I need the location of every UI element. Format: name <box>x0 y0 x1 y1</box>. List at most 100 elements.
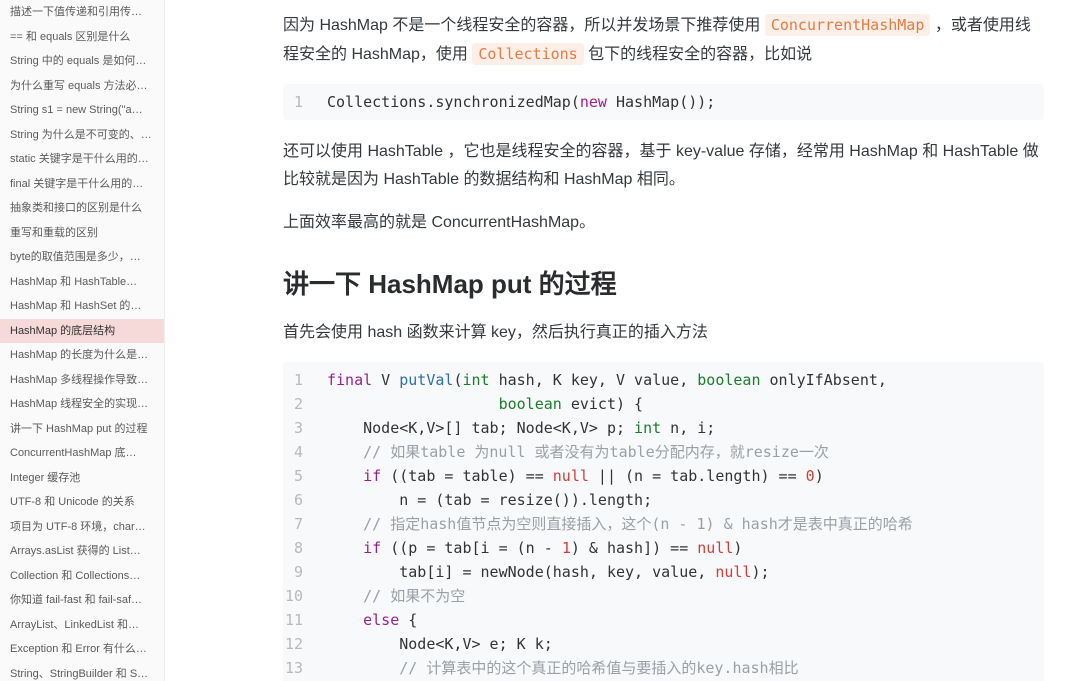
sidebar-item-25[interactable]: ArrayList、LinkedList 和… <box>0 613 164 638</box>
sidebar-item-label: static 关键字是干什么用的… <box>10 153 149 165</box>
line-number: 8 <box>283 536 327 560</box>
code-content: boolean evict) { <box>327 392 1044 416</box>
sidebar-item-23[interactable]: Collection 和 Collections… <box>0 564 164 589</box>
sidebar-item-5[interactable]: String 为什么是不可变的、… <box>0 123 164 148</box>
sidebar-item-15[interactable]: HashMap 多线程操作导致… <box>0 368 164 393</box>
sidebar-item-label: ArrayList、LinkedList 和… <box>10 619 139 631</box>
sidebar-item-9[interactable]: 重写和重载的区别 <box>0 221 164 246</box>
sidebar-item-27[interactable]: String、StringBuilder 和 S… <box>0 662 164 681</box>
code-line: 1final V putVal(int hash, K key, V value… <box>283 368 1044 392</box>
sidebar-item-13[interactable]: HashMap 的底层结构 <box>0 319 164 344</box>
sidebar-item-label: final 关键字是干什么用的… <box>10 178 143 190</box>
code-content: tab[i] = newNode(hash, key, value, null)… <box>327 560 1044 584</box>
sidebar-toc[interactable]: 描述一下值传递和引用传… == 和 equals 区别是什么 String 中的 e… <box>0 0 165 681</box>
sidebar-item-label: 为什么重写 equals 方法必… <box>10 80 148 92</box>
inline-code-concurrenthashmap: ConcurrentHashMap <box>765 14 931 36</box>
line-number: 3 <box>283 416 327 440</box>
line-number: 7 <box>283 512 327 536</box>
code-content: if ((p = tab[i = (n - 1) & hash]) == nul… <box>327 536 1044 560</box>
sidebar-item-20[interactable]: UTF-8 和 Unicode 的关系 <box>0 490 164 515</box>
sidebar-item-label: Integer 缓存池 <box>10 472 80 484</box>
sidebar-item-label: String 为什么是不可变的、… <box>10 129 152 141</box>
sidebar-item-18[interactable]: ConcurrentHashMap 底… <box>0 441 164 466</box>
sidebar-item-label: HashMap 多线程操作导致… <box>10 374 148 386</box>
code-line: 12 Node<K,V> e; K k; <box>283 632 1044 656</box>
sidebar-item-7[interactable]: final 关键字是干什么用的… <box>0 172 164 197</box>
code-line: 2 boolean evict) { <box>283 392 1044 416</box>
sidebar-item-label: 重写和重载的区别 <box>10 227 98 239</box>
sidebar-item-label: Exception 和 Error 有什么… <box>10 643 147 655</box>
sidebar-item-label: HashMap 的底层结构 <box>10 325 115 337</box>
code-line: 6 n = (tab = resize()).length; <box>283 488 1044 512</box>
line-number: 10 <box>283 584 327 608</box>
sidebar-item-6[interactable]: static 关键字是干什么用的… <box>0 147 164 172</box>
sidebar-item-label: Arrays.asList 获得的 List… <box>10 545 141 557</box>
sidebar-item-14[interactable]: HashMap 的长度为什么是… <box>0 343 164 368</box>
code-line: 8 if ((p = tab[i = (n - 1) & hash]) == n… <box>283 536 1044 560</box>
sidebar-item-11[interactable]: HashMap 和 HashTable… <box>0 270 164 295</box>
line-number: 2 <box>283 392 327 416</box>
paragraph-intro: 因为 HashMap 不是一个线程安全的容器，所以并发场景下推荐使用 Concu… <box>283 12 1044 70</box>
code-line: 11 else { <box>283 608 1044 632</box>
sidebar-item-19[interactable]: Integer 缓存池 <box>0 466 164 491</box>
sidebar-item-label: 描述一下值传递和引用传… <box>10 6 142 18</box>
line-number: 1 <box>283 90 327 114</box>
main-content: 因为 HashMap 不是一个线程安全的容器，所以并发场景下推荐使用 Concu… <box>165 0 1080 681</box>
code-line: 3 Node<K,V>[] tab; Node<K,V> p; int n, i… <box>283 416 1044 440</box>
sidebar-item-label: HashMap 和 HashTable… <box>10 276 137 288</box>
code-content: Node<K,V> e; K k; <box>327 632 1044 656</box>
code-content: final V putVal(int hash, K key, V value,… <box>327 368 1044 392</box>
code-block-synchronizedmap: 1Collections.synchronizedMap(new HashMap… <box>283 84 1044 120</box>
sidebar-item-label: 项目为 UTF-8 环境，char… <box>10 521 146 533</box>
sidebar-item-label: HashMap 和 HashSet 的… <box>10 300 141 312</box>
code-line: 4 // 如果table 为null 或者没有为table分配内存，就resiz… <box>283 440 1044 464</box>
code-content: // 指定hash值节点为空则直接插入，这个(n - 1) & hash才是表中… <box>327 512 1044 536</box>
line-number: 12 <box>283 632 327 656</box>
sidebar-item-12[interactable]: HashMap 和 HashSet 的… <box>0 294 164 319</box>
sidebar-item-22[interactable]: Arrays.asList 获得的 List… <box>0 539 164 564</box>
sidebar-item-0[interactable]: 描述一下值传递和引用传… <box>0 0 164 25</box>
code-line: 5 if ((tab = table) == null || (n = tab.… <box>283 464 1044 488</box>
sidebar-item-label: String、StringBuilder 和 S… <box>10 668 148 680</box>
code-line: 1Collections.synchronizedMap(new HashMap… <box>283 90 1044 114</box>
sidebar-item-26[interactable]: Exception 和 Error 有什么… <box>0 637 164 662</box>
code-content: // 计算表中的这个真正的哈希值与要插入的key.hash相比 <box>327 656 1044 680</box>
sidebar-item-10[interactable]: byte的取值范围是多少，… <box>0 245 164 270</box>
code-line: 10 // 如果不为空 <box>283 584 1044 608</box>
sidebar-item-17[interactable]: 讲一下 HashMap put 的过程 <box>0 417 164 442</box>
code-line: 13 // 计算表中的这个真正的哈希值与要插入的key.hash相比 <box>283 656 1044 680</box>
code-content: Collections.synchronizedMap(new HashMap(… <box>327 90 1044 114</box>
sidebar-item-3[interactable]: 为什么重写 equals 方法必… <box>0 74 164 99</box>
line-number: 9 <box>283 560 327 584</box>
sidebar-item-label: HashMap 线程安全的实现… <box>10 398 148 410</box>
line-number: 1 <box>283 368 327 392</box>
sidebar-item-21[interactable]: 项目为 UTF-8 环境，char… <box>0 515 164 540</box>
paragraph-put-intro: 首先会使用 hash 函数来计算 key，然后执行真正的插入方法 <box>283 319 1044 348</box>
code-line: 7 // 指定hash值节点为空则直接插入，这个(n - 1) & hash才是… <box>283 512 1044 536</box>
sidebar-item-label: UTF-8 和 Unicode 的关系 <box>10 496 135 508</box>
line-number: 11 <box>283 608 327 632</box>
code-block-putval: 1final V putVal(int hash, K key, V value… <box>283 362 1044 681</box>
sidebar-item-4[interactable]: String s1 = new String("a… <box>0 98 164 123</box>
section-heading-hashmap-put: 讲一下 HashMap put 的过程 <box>283 264 1044 301</box>
code-content: // 如果不为空 <box>327 584 1044 608</box>
sidebar-item-8[interactable]: 抽象类和接口的区别是什么 <box>0 196 164 221</box>
code-content: // 如果table 为null 或者没有为table分配内存，就resize一… <box>327 440 1044 464</box>
text: 包下的线程安全的容器，比如说 <box>588 46 812 63</box>
code-content: n = (tab = resize()).length; <box>327 488 1044 512</box>
code-content: if ((tab = table) == null || (n = tab.le… <box>327 464 1044 488</box>
line-number: 5 <box>283 464 327 488</box>
line-number: 4 <box>283 440 327 464</box>
sidebar-item-label: 抽象类和接口的区别是什么 <box>10 202 142 214</box>
sidebar-item-2[interactable]: String 中的 equals 是如何… <box>0 49 164 74</box>
paragraph-efficiency: 上面效率最高的就是 ConcurrentHashMap。 <box>283 209 1044 238</box>
sidebar-item-label: String 中的 equals 是如何… <box>10 55 146 67</box>
sidebar-item-1[interactable]: == 和 equals 区别是什么 <box>0 25 164 50</box>
line-number: 13 <box>283 656 327 680</box>
sidebar-item-24[interactable]: 你知道 fail-fast 和 fail-saf… <box>0 588 164 613</box>
sidebar-item-16[interactable]: HashMap 线程安全的实现… <box>0 392 164 417</box>
inline-code-collections: Collections <box>472 43 583 65</box>
paragraph-hashtable: 还可以使用 HashTable ，它也是线程安全的容器，基于 key-value… <box>283 138 1044 196</box>
sidebar-item-label: 讲一下 HashMap put 的过程 <box>10 423 148 435</box>
sidebar-item-label: 你知道 fail-fast 和 fail-saf… <box>10 594 142 606</box>
